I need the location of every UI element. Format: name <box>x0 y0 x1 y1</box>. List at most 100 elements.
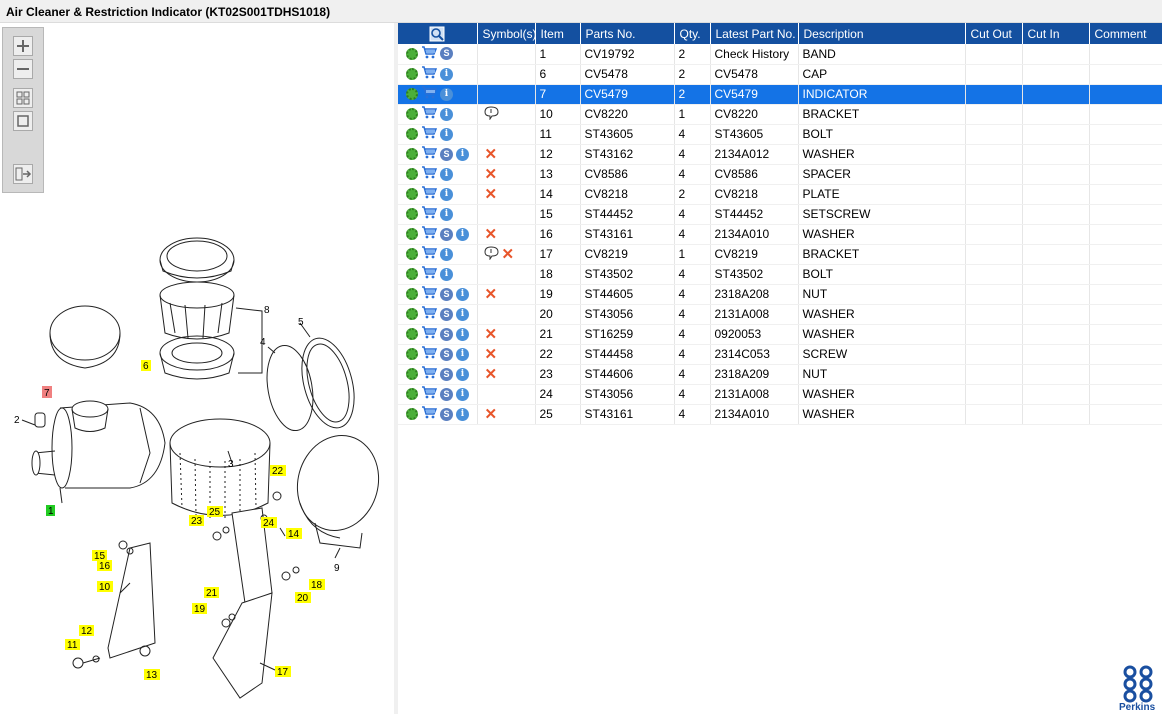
supersession-icon[interactable]: S <box>440 47 453 61</box>
table-row[interactable]: Si ✕ 16 ST43161 4 2134A010 WASHER <box>398 224 1162 245</box>
cart-icon[interactable] <box>421 406 438 422</box>
callout-2[interactable]: 2 <box>14 415 20 426</box>
cart-icon[interactable] <box>421 246 438 262</box>
table-row[interactable]: i 10 CV8220 1 CV8220 BRACKET <box>398 104 1162 125</box>
callout-5[interactable]: 5 <box>298 317 304 328</box>
column-header-cut-in[interactable]: Cut In <box>1022 23 1090 44</box>
zoom-out-icon[interactable] <box>13 59 33 79</box>
note-bubble-icon[interactable] <box>483 105 499 123</box>
column-header-symbols[interactable]: Symbol(s) <box>477 23 537 44</box>
info-icon[interactable]: i <box>440 127 453 141</box>
cart-icon[interactable] <box>421 206 438 222</box>
info-icon[interactable]: i <box>440 247 453 261</box>
callout-8[interactable]: 8 <box>264 305 270 316</box>
export-list-icon[interactable] <box>13 164 33 184</box>
gear-icon[interactable] <box>406 148 418 160</box>
cart-icon[interactable] <box>421 166 438 182</box>
info-icon[interactable]: i <box>440 87 453 101</box>
table-row[interactable]: i 15 ST44452 4 ST44452 SETSCREW <box>398 204 1162 225</box>
table-row[interactable]: i ✕ 13 CV8586 4 CV8586 SPACER <box>398 164 1162 185</box>
supersession-icon[interactable]: S <box>440 367 453 381</box>
table-row[interactable]: Si ✕ 23 ST44606 4 2318A209 NUT <box>398 364 1162 385</box>
info-icon[interactable]: i <box>440 207 453 221</box>
supersession-icon[interactable]: S <box>440 287 453 301</box>
gear-icon[interactable] <box>406 128 418 140</box>
cart-icon[interactable] <box>421 146 438 162</box>
table-row[interactable]: Si ✕ 25 ST43161 4 2134A010 WASHER <box>398 404 1162 425</box>
cart-icon[interactable] <box>421 126 438 142</box>
supersession-icon[interactable]: S <box>440 147 453 161</box>
gear-icon[interactable] <box>406 188 418 200</box>
info-icon[interactable]: i <box>456 147 469 161</box>
exploded-parts-diagram[interactable]: 1 2 3 4 5 6 7 8 9 10 11 12 13 14 15 16 1… <box>0 203 394 713</box>
callout-3[interactable]: 3 <box>228 459 234 470</box>
gear-icon[interactable] <box>406 408 418 420</box>
gear-icon[interactable] <box>406 288 418 300</box>
column-header-actions[interactable] <box>398 23 478 44</box>
gear-icon[interactable] <box>406 108 418 120</box>
cart-icon[interactable] <box>421 286 438 302</box>
info-icon[interactable]: i <box>456 287 469 301</box>
info-icon[interactable]: i <box>456 407 469 421</box>
cart-icon[interactable] <box>421 46 438 62</box>
gear-icon[interactable] <box>406 348 418 360</box>
callout-9[interactable]: 9 <box>334 563 340 574</box>
column-header-qty[interactable]: Qty. <box>674 23 711 44</box>
gear-icon[interactable] <box>406 388 418 400</box>
info-icon[interactable]: i <box>456 367 469 381</box>
cart-icon[interactable] <box>421 86 438 102</box>
callout-4[interactable]: 4 <box>260 337 266 348</box>
info-icon[interactable]: i <box>440 167 453 181</box>
table-row[interactable]: Si 24 ST43056 4 2131A008 WASHER <box>398 384 1162 405</box>
cart-icon[interactable] <box>421 306 438 322</box>
fit-all-icon[interactable] <box>13 88 33 108</box>
info-icon[interactable]: i <box>456 327 469 341</box>
gear-icon[interactable] <box>406 228 418 240</box>
table-row[interactable]: Si ✕ 12 ST43162 4 2134A012 WASHER <box>398 144 1162 165</box>
column-header-item[interactable]: Item <box>535 23 581 44</box>
gear-icon[interactable] <box>406 308 418 320</box>
supersession-icon[interactable]: S <box>440 347 453 361</box>
info-icon[interactable]: i <box>456 387 469 401</box>
gear-multi-icon[interactable] <box>406 47 418 60</box>
table-row[interactable]: i 11 ST43605 4 ST43605 BOLT <box>398 124 1162 145</box>
info-icon[interactable]: i <box>440 67 453 81</box>
cart-icon[interactable] <box>421 346 438 362</box>
table-row[interactable]: i ✕ 14 CV8218 2 CV8218 PLATE <box>398 184 1162 205</box>
table-row[interactable]: i 7 CV5479 2 CV5479 INDICATOR <box>398 84 1162 105</box>
supersession-icon[interactable]: S <box>440 227 453 241</box>
gear-icon[interactable] <box>406 248 418 260</box>
info-icon[interactable]: i <box>440 187 453 201</box>
cart-icon[interactable] <box>421 186 438 202</box>
cart-icon[interactable] <box>421 66 438 82</box>
info-icon[interactable]: i <box>456 307 469 321</box>
column-header-part-no[interactable]: Parts No. <box>580 23 675 44</box>
cart-icon[interactable] <box>421 366 438 382</box>
cart-icon[interactable] <box>421 386 438 402</box>
info-icon[interactable]: i <box>456 227 469 241</box>
table-row[interactable]: i ✕ 17 CV8219 1 CV8219 BRACKET <box>398 244 1162 265</box>
zoom-in-icon[interactable] <box>13 36 33 56</box>
column-header-latest-part-no[interactable]: Latest Part No. <box>710 23 799 44</box>
table-row[interactable]: Si ✕ 22 ST44458 4 2314C053 SCREW <box>398 344 1162 365</box>
supersession-icon[interactable]: S <box>440 327 453 341</box>
gear-icon[interactable] <box>406 168 418 180</box>
gear-icon[interactable] <box>406 88 418 100</box>
table-row[interactable]: Si ✕ 21 ST16259 4 0920053 WASHER <box>398 324 1162 345</box>
gear-icon[interactable] <box>406 368 418 380</box>
cart-icon[interactable] <box>421 326 438 342</box>
supersession-icon[interactable]: S <box>440 307 453 321</box>
info-icon[interactable]: i <box>440 267 453 281</box>
column-header-cut-out[interactable]: Cut Out <box>965 23 1023 44</box>
fit-window-icon[interactable] <box>13 111 33 131</box>
gear-icon[interactable] <box>406 68 418 80</box>
find-in-diagram-icon[interactable] <box>429 26 445 42</box>
table-row[interactable]: i 6 CV5478 2 CV5478 CAP <box>398 64 1162 85</box>
table-row[interactable]: S 1 CV19792 2 Check History BAND <box>398 44 1162 65</box>
table-row[interactable]: Si ✕ 19 ST44605 4 2318A208 NUT <box>398 284 1162 305</box>
note-bubble-icon[interactable] <box>483 245 499 263</box>
gear-icon[interactable] <box>406 268 418 280</box>
info-icon[interactable]: i <box>456 347 469 361</box>
supersession-icon[interactable]: S <box>440 407 453 421</box>
cart-icon[interactable] <box>421 266 438 282</box>
